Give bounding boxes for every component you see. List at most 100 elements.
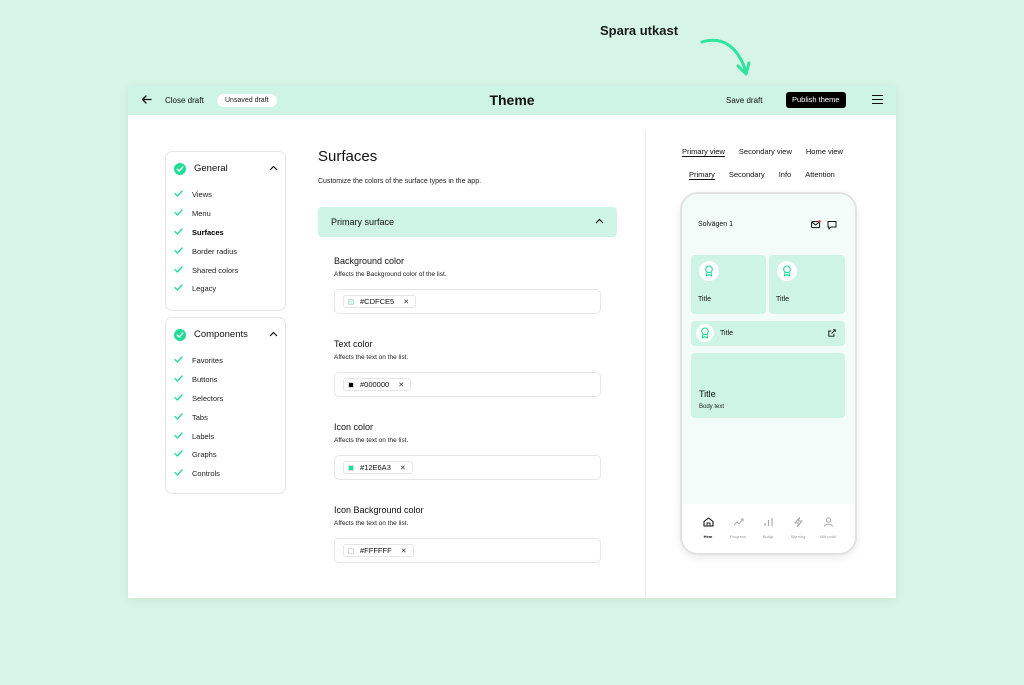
color-swatch — [348, 547, 354, 554]
color-field: Icon Background color Affects the text on… — [334, 505, 601, 563]
sidebar-item-label: Graphs — [192, 450, 217, 460]
chevron-up-icon[interactable] — [269, 331, 278, 337]
nav-header-components[interactable]: Components — [174, 327, 278, 343]
field-description: Affects the text on the list. — [334, 354, 409, 361]
chevron-up-icon[interactable] — [595, 218, 604, 224]
remove-icon[interactable]: ✕ — [400, 464, 406, 472]
save-draft-button[interactable]: Save draft — [726, 96, 762, 105]
color-chip[interactable]: #CDFCE5 ✕ — [343, 295, 417, 308]
color-value: #12E6A3 — [360, 463, 391, 472]
check-icon — [174, 450, 183, 458]
field-description: Affects the text on the list. — [334, 520, 409, 527]
color-chip[interactable]: #12E6A3 ✕ — [343, 461, 413, 474]
phone-header: Solvägen 1 — [682, 194, 855, 252]
color-input[interactable]: #CDFCE5 ✕ — [334, 289, 601, 314]
sidebar-item-label: Controls — [192, 469, 220, 479]
phone-preview: Solvägen 1 Title Title Title Title Body … — [680, 192, 857, 555]
check-icon — [174, 190, 183, 197]
color-value: #000000 — [360, 380, 390, 389]
award-icon — [699, 261, 719, 281]
preview-tab[interactable]: Attention — [805, 170, 835, 179]
page-title: Theme — [489, 92, 535, 108]
remove-icon[interactable]: ✕ — [401, 547, 407, 555]
tile-title: Title — [698, 296, 711, 303]
accordion-label: Primary surface — [331, 217, 395, 227]
color-chip[interactable]: #FFFFFF ✕ — [343, 544, 414, 557]
preview-tab[interactable]: Secondary view — [739, 147, 792, 156]
nav-label: Budgt — [762, 534, 774, 539]
preview-tab[interactable]: Home view — [806, 147, 843, 156]
curved-arrow-icon — [700, 38, 751, 76]
check-icon — [174, 431, 183, 439]
field-title: Text color — [334, 339, 373, 349]
nav-control[interactable]: Styrning — [783, 514, 813, 539]
trend-up-icon — [733, 518, 743, 526]
sidebar-item-label: Border radius — [192, 246, 238, 256]
sidebar-item-label: Favorites — [192, 356, 223, 365]
preview-card-large: Title Body text — [691, 353, 845, 418]
nav-header-label: General — [194, 163, 228, 174]
color-swatch — [348, 298, 354, 305]
phone-header-title: Solvägen 1 — [698, 221, 734, 228]
preview-divider — [645, 131, 646, 598]
color-input[interactable]: #000000 ✕ — [334, 372, 601, 397]
nav-label: Styrning — [790, 534, 806, 539]
preview-tile: Title — [769, 255, 845, 314]
award-icon — [696, 324, 714, 342]
preview-tab[interactable]: Primary — [689, 170, 715, 179]
check-icon — [174, 375, 183, 382]
menu-icon[interactable] — [872, 95, 883, 104]
nav-section-general: General Views Menu Surfaces Border radius Sh… — [165, 151, 286, 311]
color-field: Text color Affects the text on the list. #… — [334, 339, 601, 397]
tile-title: Title — [776, 296, 789, 303]
nav-home[interactable]: Hem — [693, 514, 723, 539]
check-icon — [174, 209, 183, 216]
nav-label: Hem — [703, 534, 713, 539]
check-icon — [174, 265, 183, 273]
field-title: Icon color — [334, 422, 374, 432]
preview-tab[interactable]: Primary view — [682, 147, 725, 156]
color-input[interactable]: #FFFFFF ✕ — [334, 538, 601, 563]
color-chip[interactable]: #000000 ✕ — [343, 378, 412, 391]
check-icon — [174, 247, 183, 254]
top-bar: Close draft Unsaved draft Theme Save dra… — [128, 86, 896, 115]
user-icon — [823, 517, 833, 527]
preview-list-tile: Title — [691, 321, 845, 346]
color-value: #CDFCE5 — [360, 297, 395, 306]
theme-editor-window: Close draft Unsaved draft Theme Save dra… — [128, 86, 896, 598]
sidebar-item-label: Selectors — [192, 393, 224, 403]
sidebar-item-label: Views — [192, 190, 212, 199]
sidebar-item-label: Shared colors — [192, 265, 239, 275]
section-title: Surfaces — [318, 148, 378, 165]
nav-profile[interactable]: Mitt profil — [813, 514, 843, 539]
nav-header-general[interactable]: General — [174, 161, 278, 177]
primary-surface-accordion[interactable]: Primary surface — [318, 207, 617, 237]
phone-bottom-nav: Hem Progress Budgt Styrning Mitt profil — [682, 504, 855, 553]
color-swatch — [348, 464, 354, 471]
card-body-text: Body text — [699, 404, 725, 410]
nav-budget[interactable]: Budgt — [753, 514, 783, 539]
color-input[interactable]: #12E6A3 ✕ — [334, 455, 601, 480]
check-circle-icon — [174, 163, 186, 175]
award-icon — [777, 261, 797, 281]
sidebar-item-label: Surfaces — [192, 227, 224, 237]
annotation-label: Spara utkast — [600, 23, 679, 38]
preview-tab[interactable]: Secondary — [729, 170, 765, 179]
sidebar-item-label: Menu — [192, 208, 211, 218]
nav-progress[interactable]: Progress — [723, 514, 753, 539]
remove-icon[interactable]: ✕ — [398, 381, 404, 389]
check-icon — [174, 413, 183, 420]
mail-icon — [811, 220, 821, 229]
type-tabs: Primary Secondary Info Attention — [689, 170, 849, 179]
check-icon — [174, 469, 183, 476]
check-icon — [174, 394, 183, 401]
color-field: Background color Affects the Background c… — [334, 256, 601, 314]
publish-theme-button[interactable]: Publish theme — [786, 92, 846, 108]
check-icon — [174, 228, 183, 235]
remove-icon[interactable]: ✕ — [403, 298, 409, 306]
external-link-icon — [828, 329, 836, 337]
nav-section-components: Components Favorites Buttons Selectors Tabs… — [165, 317, 286, 494]
preview-tab[interactable]: Info — [779, 170, 792, 179]
chevron-up-icon[interactable] — [269, 165, 278, 171]
field-description: Affects the text on the list. — [334, 437, 409, 444]
